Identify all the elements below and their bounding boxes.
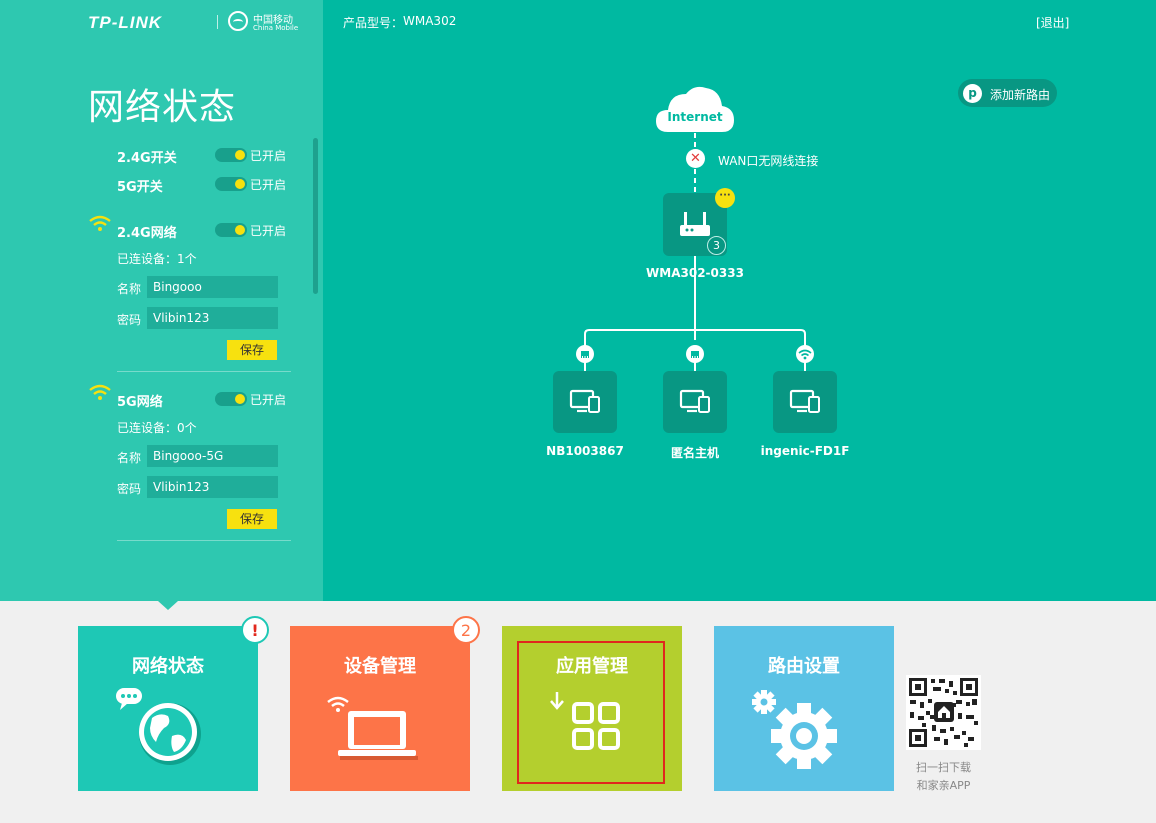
wired-connection-icon xyxy=(576,345,594,363)
tile-router-settings-label: 路由设置 xyxy=(768,656,840,677)
network-status-alert-badge: ! xyxy=(241,616,269,644)
tile-app-management-label: 应用管理 xyxy=(556,656,628,677)
device-name: NB1003867 xyxy=(546,444,624,458)
wan-status: WAN口无网线连接 xyxy=(718,154,819,168)
tile-network-status-label: 网络状态 xyxy=(132,656,204,677)
app-download-qr-code xyxy=(906,675,981,750)
laptop-icon xyxy=(327,696,418,760)
tile-router-settings[interactable]: 路由设置 xyxy=(714,626,894,791)
device-icon xyxy=(679,389,710,413)
router-more-button[interactable]: ··· xyxy=(715,188,735,208)
router-device-count: 3 xyxy=(707,236,726,255)
active-tile-pointer xyxy=(158,601,178,610)
qr-caption-line1: 扫一扫下载 xyxy=(916,761,971,774)
globe-icon xyxy=(116,688,201,765)
wireless-connection-icon xyxy=(796,345,814,363)
device-count-badge: 2 xyxy=(452,616,480,644)
app-grid-icon xyxy=(550,692,620,750)
topology-lines xyxy=(584,133,806,371)
gear-icon xyxy=(752,690,837,769)
device-node[interactable] xyxy=(773,371,837,433)
device-icon xyxy=(569,389,600,413)
tile-app-management[interactable]: 应用管理 xyxy=(502,626,682,791)
device-node[interactable] xyxy=(553,371,617,433)
qr-caption-line2: 和家亲APP xyxy=(916,779,971,792)
internet-cloud-icon xyxy=(656,86,734,132)
device-name: ingenic-FD1F xyxy=(760,444,850,458)
router-name: WMA302-0333 xyxy=(646,266,744,280)
device-node[interactable] xyxy=(663,371,727,433)
wan-error-icon: ✕ xyxy=(686,149,705,168)
internet-label: Internet xyxy=(667,110,723,124)
tile-device-management[interactable]: 设备管理 xyxy=(290,626,470,791)
tile-network-status[interactable]: 网络状态 xyxy=(78,626,258,791)
device-icon xyxy=(789,389,820,413)
device-name: 匿名主机 xyxy=(670,446,719,460)
wired-connection-icon xyxy=(686,345,704,363)
tile-device-management-label: 设备管理 xyxy=(344,656,416,677)
